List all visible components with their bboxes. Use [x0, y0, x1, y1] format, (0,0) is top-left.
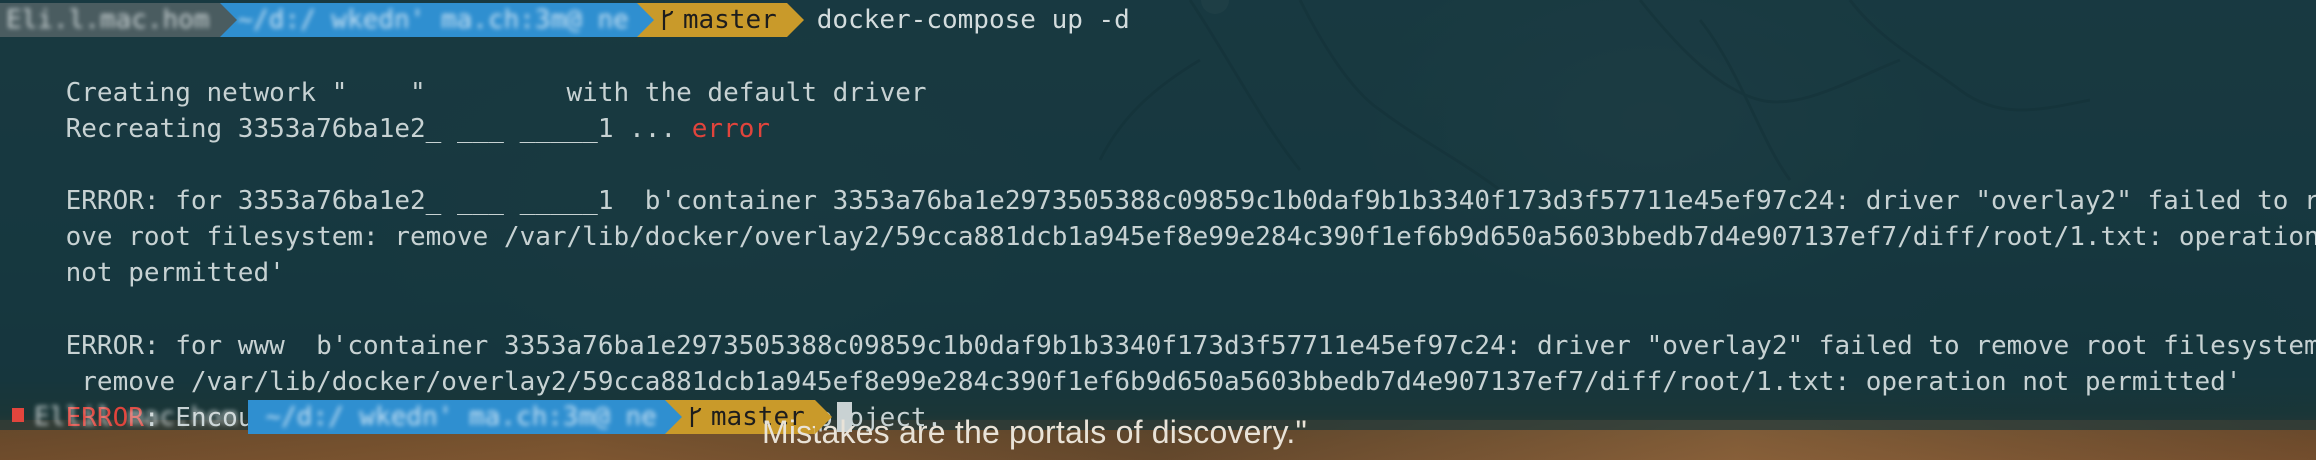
output-line-error1-a: ERROR: for 3353a76ba1e2_ ___ _____1 b'co…: [3, 147, 2316, 216]
typed-command: docker-compose up -d: [816, 5, 1130, 35]
shell-prompt-bottom: Ellil mac.hom ~/d:/ wkedn' ma.ch:3m@ ne …: [0, 400, 852, 434]
output-line-error2-a: ERROR: for www b'container 3353a76ba1e29…: [3, 292, 2316, 361]
prompt-user-host: Eli.l.mac.hom: [6, 5, 210, 35]
output-line-recreating: Recreating 3353a76ba1e2_ ___ _____1 ... …: [3, 75, 770, 144]
shell-prompt-top: Eli.l.mac.hom ~/d:/ wkedn' ma.ch:3m@ ne …: [0, 3, 1130, 37]
git-branch-icon: [662, 10, 673, 30]
error-status-text: error: [691, 114, 771, 144]
output-text: Recreating 3353a76ba1e2_ ___ _____1 ...: [65, 114, 692, 144]
output-line-error1-b: ove root filesystem: remove /var/lib/doc…: [3, 183, 2316, 252]
prompt-user-host-segment: Eli.l.mac.hom: [0, 3, 237, 37]
segment-separator-arrow: [664, 400, 682, 434]
prompt-path: ~/d:/ wkedn' ma.ch:3m@ ne: [265, 402, 657, 432]
prompt-path-segment: ~/d:/ wkedn' ma.ch:3m@ ne: [219, 3, 654, 37]
prompt-path-segment: ~/d:/ wkedn' ma.ch:3m@ ne: [247, 400, 682, 434]
prompt-git-segment: master: [636, 3, 804, 37]
prompt-user-host: Ellil mac.hom: [34, 402, 238, 432]
error-status-square-icon: [12, 408, 24, 422]
output-text: not permitted': [65, 258, 285, 288]
prompt-path: ~/d:/ wkedn' ma.ch:3m@ ne: [237, 5, 629, 35]
segment-separator-arrow: [786, 3, 804, 37]
prompt-user-host-segment: Ellil mac.hom: [34, 400, 248, 434]
output-line-error2-b: remove /var/lib/docker/overlay2/59cca881…: [3, 328, 2241, 397]
segment-separator-arrow: [636, 3, 654, 37]
output-line-final-error: ERROR: Encountered errors while bringing…: [3, 364, 943, 433]
output-text: ove root filesystem: remove /var/lib/doc…: [65, 222, 2316, 252]
terminal-window[interactable]: Eli.l.mac.hom ~/d:/ wkedn' ma.ch:3m@ ne …: [0, 0, 2316, 434]
segment-separator-arrow: [219, 3, 237, 37]
output-line-error1-c: not permitted': [3, 219, 285, 288]
output-line-creating-network: Creating network " " with the default dr…: [3, 39, 927, 108]
wallpaper-quote: Mistakes are the portals of discovery.": [762, 414, 1308, 450]
segment-separator-arrow: [814, 400, 832, 434]
prompt-branch-name: master: [682, 5, 777, 35]
git-branch-icon: [690, 407, 701, 427]
